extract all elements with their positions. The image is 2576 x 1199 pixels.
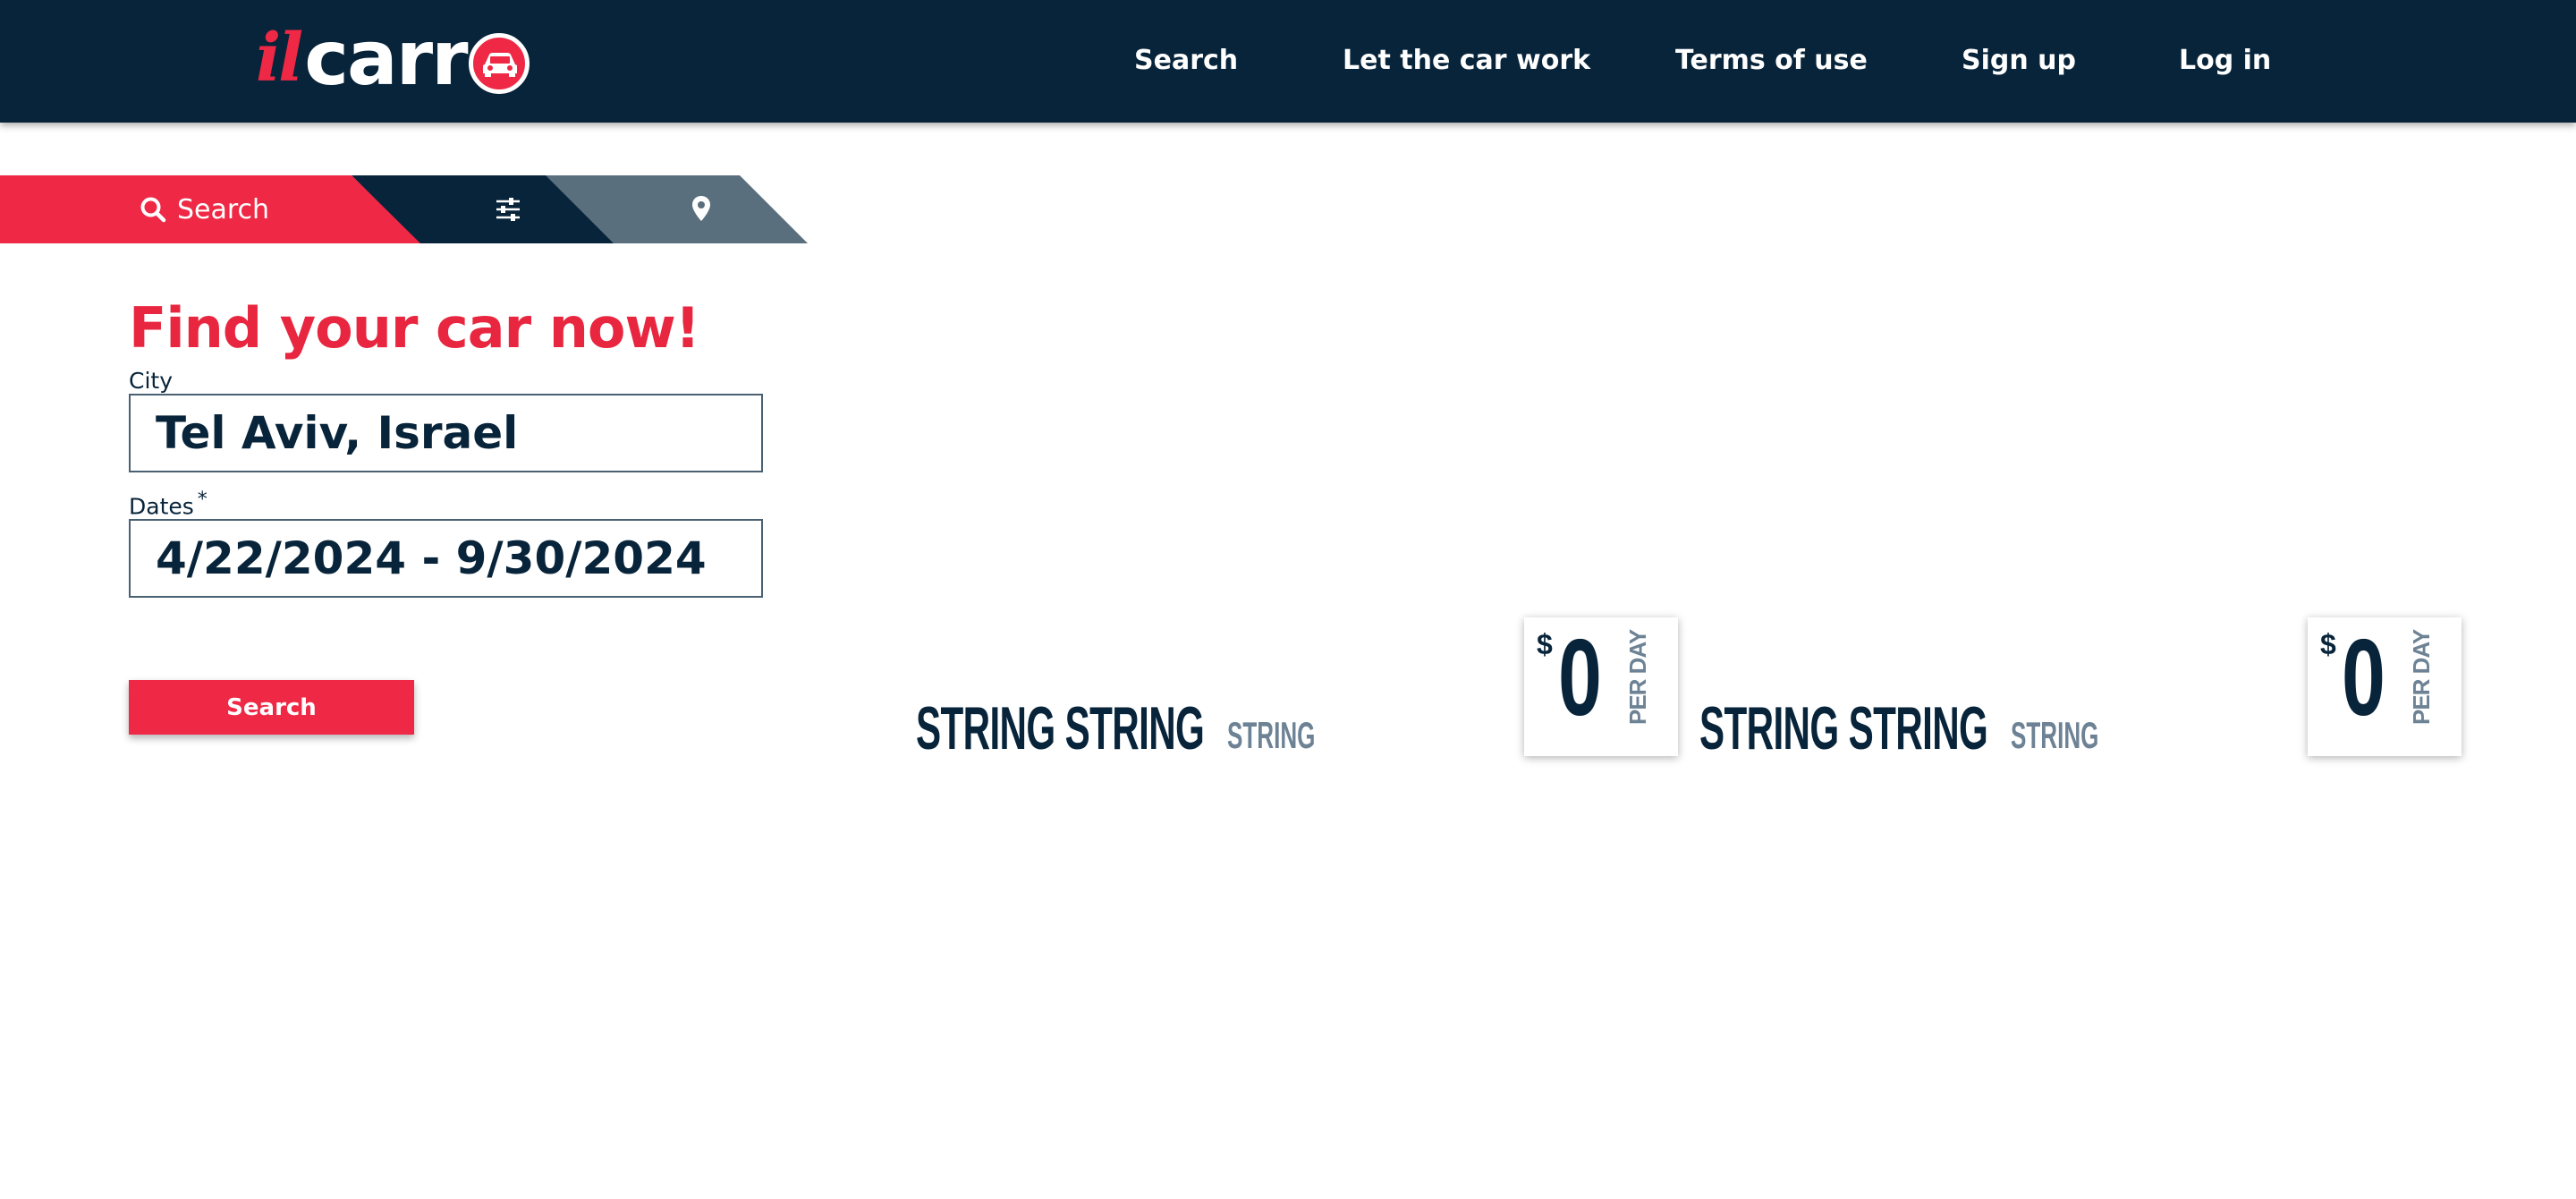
- car-subtitle: STRING: [2011, 714, 2099, 756]
- price-badge: $ 0 PER DAY: [2308, 617, 2462, 756]
- nav-terms-of-use[interactable]: Terms of use: [1675, 45, 1868, 76]
- car-card[interactable]: STRING STRING STRING $ 0 PER DAY: [916, 617, 1699, 762]
- logo-carr-text: carr: [304, 14, 468, 102]
- price-per-day: PER DAY: [1624, 629, 1651, 725]
- search-submit-button[interactable]: Search: [129, 680, 414, 735]
- price-badge: $ 0 PER DAY: [1524, 617, 1678, 756]
- price-currency: $: [1537, 628, 1553, 660]
- dates-label: Dates *: [129, 489, 208, 520]
- page-title: Find your car now!: [129, 295, 700, 361]
- nav-search[interactable]: Search: [1134, 45, 1238, 76]
- nav-sign-up[interactable]: Sign up: [1962, 45, 2076, 76]
- car-subtitle: STRING: [1227, 714, 1316, 756]
- price-value: 0: [1558, 617, 1602, 738]
- logo-il-text: il: [256, 20, 303, 97]
- car-title: STRING STRING: [1699, 694, 1988, 762]
- car-title: STRING STRING: [916, 694, 1205, 762]
- city-input[interactable]: Tel Aviv, Israel: [129, 394, 763, 472]
- top-header: il carr Search Let the car work Terms of…: [0, 0, 2576, 123]
- sliders-icon: [495, 197, 521, 222]
- nav-let-the-car-work[interactable]: Let the car work: [1343, 45, 1590, 76]
- search-form: Find your car now! City Tel Aviv, Israel…: [129, 295, 766, 599]
- map-pin-icon: [691, 195, 711, 222]
- search-icon: [140, 196, 166, 223]
- ilcarro-logo[interactable]: il carr: [256, 14, 530, 102]
- logo-car-icon: [468, 33, 530, 94]
- price-value: 0: [2342, 617, 2385, 738]
- dates-input[interactable]: 4/22/2024 - 9/30/2024: [129, 519, 763, 599]
- nav-log-in[interactable]: Log in: [2179, 45, 2271, 76]
- search-tabs: Search: [0, 175, 809, 243]
- city-label: City: [129, 368, 173, 394]
- price-currency: $: [2320, 628, 2336, 660]
- tab-search-label: Search: [177, 193, 270, 225]
- price-per-day: PER DAY: [2408, 629, 2435, 725]
- required-asterisk: *: [197, 489, 208, 511]
- tab-search[interactable]: Search: [0, 175, 420, 243]
- car-card[interactable]: STRING STRING STRING $ 0 PER DAY: [1699, 617, 2483, 762]
